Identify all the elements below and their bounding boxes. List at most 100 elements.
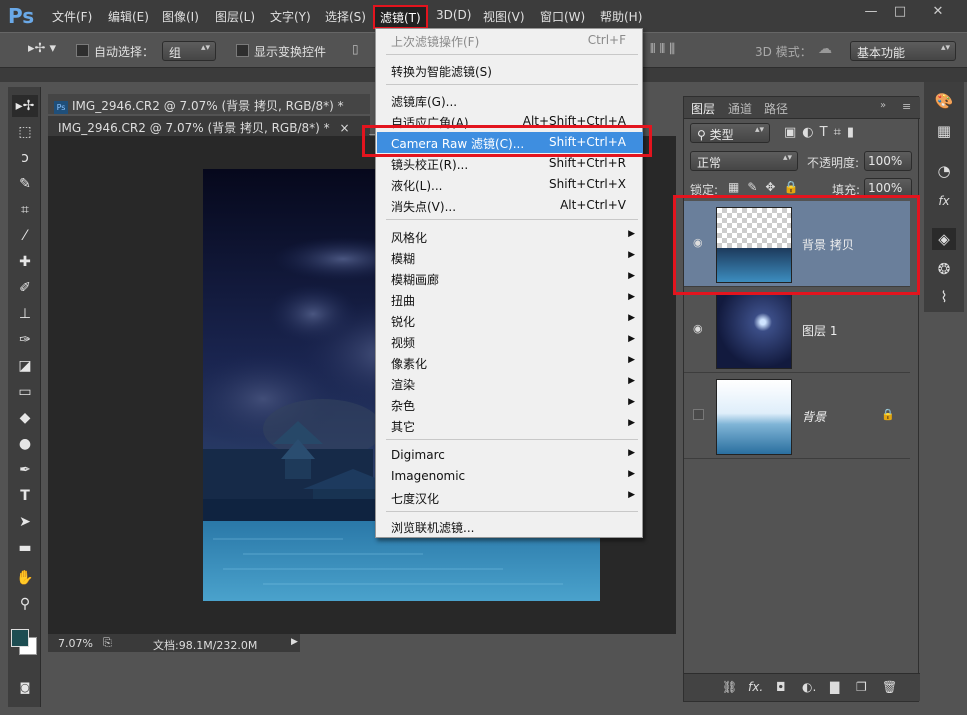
new-layer-icon[interactable]: ❐ [856, 680, 867, 694]
swatches-grid-icon[interactable]: ▦ [932, 120, 956, 142]
history-brush-tool-icon[interactable]: ✑ [12, 329, 38, 351]
menu-item-qidu-localization[interactable]: 七度汉化 ▶ [377, 487, 643, 508]
auto-select-dropdown[interactable]: 组 ▴▾ [162, 41, 216, 61]
menu-window[interactable]: 窗口(W) [540, 8, 585, 25]
document-tab-title: IMG_2946.CR2 @ 7.07% (背景 拷贝, RGB/8*) * [72, 99, 344, 113]
adjustment-layer-icon[interactable]: ◐. [802, 680, 816, 694]
menu-item-last-filter[interactable]: 上次滤镜操作(F) Ctrl+F [377, 30, 643, 51]
eye-icon[interactable]: ◉ [693, 323, 705, 335]
menu-item-browse-online-filters[interactable]: 浏览联机滤镜... [377, 516, 643, 537]
workspace-dropdown[interactable]: 基本功能 ▴▾ [850, 41, 956, 61]
menu-view[interactable]: 视图(V) [483, 8, 525, 25]
menu-item-label: 浏览联机滤镜... [391, 521, 475, 535]
layer-filter-dropdown[interactable]: ⚲ 类型 ▴▾ [690, 123, 770, 143]
document-tab[interactable]: Ps IMG_2946.CR2 @ 7.07% (背景 拷贝, RGB/8*) * [48, 94, 370, 114]
status-arrow-icon[interactable]: ▶ [291, 637, 298, 647]
align-icon[interactable]: ▯ [352, 42, 359, 56]
add-mask-icon[interactable]: ◘ [776, 680, 786, 694]
menu-item-blur[interactable]: 模糊 ▶ [377, 247, 643, 268]
menu-item-stylize[interactable]: 风格化 ▶ [377, 226, 643, 247]
menu-help[interactable]: 帮助(H) [600, 8, 642, 25]
menu-edit[interactable]: 编辑(E) [108, 8, 149, 25]
menu-item-blur-gallery[interactable]: 模糊画廊 ▶ [377, 268, 643, 289]
share-icon[interactable]: ⎘ [103, 636, 112, 650]
menu-item-filter-gallery[interactable]: 滤镜库(G)... [377, 90, 643, 111]
menu-item-render[interactable]: 渲染 ▶ [377, 373, 643, 394]
quick-mask-icon[interactable]: ◙ [12, 677, 38, 699]
pen-tool-icon[interactable]: ✒ [12, 459, 38, 481]
menu-item-imagenomic[interactable]: Imagenomic ▶ [377, 466, 643, 487]
distribute-icon[interactable]: ⫴ ⫴ ⫼ [650, 42, 675, 57]
menu-item-pixelate[interactable]: 像素化 ▶ [377, 352, 643, 373]
menu-file[interactable]: 文件(F) [52, 8, 92, 25]
marquee-tool-icon[interactable]: ⬚ [12, 121, 38, 143]
zoom-level[interactable]: 7.07% [58, 637, 93, 650]
tab-paths[interactable]: 路径 [764, 100, 788, 117]
menu-item-liquify[interactable]: 液化(L)... Shift+Ctrl+X [377, 174, 643, 195]
layer-row-layer-1[interactable]: ◉ 图层 1 [684, 287, 910, 373]
layer-row-background[interactable]: 背景 🔒 [684, 373, 910, 459]
crop-tool-icon[interactable]: ⌗ [12, 199, 38, 221]
brush-tool-icon[interactable]: ✐ [12, 277, 38, 299]
menu-item-other[interactable]: 其它 ▶ [377, 415, 643, 436]
eyedropper-tool-icon[interactable]: ⁄ [12, 225, 38, 247]
show-transform-checkbox[interactable] [236, 44, 249, 57]
menu-item-sharpen[interactable]: 锐化 ▶ [377, 310, 643, 331]
clone-stamp-tool-icon[interactable]: ⊥ [12, 303, 38, 325]
opacity-field[interactable]: 100% [864, 151, 912, 171]
visibility-checkbox[interactable] [693, 409, 704, 420]
layer-filter-icons[interactable]: ▣◐T⌗▮ [784, 125, 860, 140]
new-group-icon[interactable]: ▇ [830, 680, 839, 694]
zoom-tool-icon[interactable]: ⚲ [12, 593, 38, 615]
styles-fx-icon[interactable]: fx [932, 190, 956, 212]
document-tab2-title: IMG_2946.CR2 @ 7.07% (背景 拷贝, RGB/8*) * [58, 121, 330, 135]
move-tool-icon[interactable]: ▸✢ [12, 95, 38, 117]
hand-tool-icon[interactable]: ✋ [12, 567, 38, 589]
close-window-button[interactable]: ✕ [925, 3, 951, 21]
lock-icons[interactable]: ▦✎✥🔒 [728, 180, 806, 194]
menu-item-digimarc[interactable]: Digimarc ▶ [377, 445, 643, 466]
path-selection-tool-icon[interactable]: ➤ [12, 511, 38, 533]
eraser-tool-icon[interactable]: ◪ [12, 355, 38, 377]
adjustments-icon[interactable]: ◔ [932, 160, 956, 182]
close-tab-icon[interactable]: × [339, 121, 349, 135]
delete-layer-icon[interactable]: 🗑 [882, 680, 897, 694]
paths-icon[interactable]: ⌇ [932, 286, 956, 308]
gradient-tool-icon[interactable]: ▭ [12, 381, 38, 403]
fx-icon[interactable]: fx. [748, 680, 763, 694]
blend-mode-dropdown[interactable]: 正常 ▴▾ [690, 151, 798, 171]
color-palette-icon[interactable]: 🎨 [932, 90, 956, 112]
menu-item-noise[interactable]: 杂色 ▶ [377, 394, 643, 415]
auto-select-checkbox[interactable] [76, 44, 89, 57]
minimize-button[interactable]: — [858, 3, 884, 21]
menu-layer[interactable]: 图层(L) [215, 8, 255, 25]
layers-icon[interactable]: ◈ [932, 228, 956, 250]
panel-collapse-icon[interactable]: » [880, 100, 886, 111]
menu-select[interactable]: 选择(S) [325, 8, 366, 25]
document-tab-active[interactable]: IMG_2946.CR2 @ 7.07% (背景 拷贝, RGB/8*) * ×… [48, 116, 395, 136]
menu-item-convert-smart-filter[interactable]: 转换为智能滤镜(S) [377, 60, 643, 81]
menu-item-video[interactable]: 视频 ▶ [377, 331, 643, 352]
tab-layers[interactable]: 图层 [691, 100, 715, 117]
menu-item-vanishing-point[interactable]: 消失点(V)... Alt+Ctrl+V [377, 195, 643, 216]
menu-type[interactable]: 文字(Y) [270, 8, 311, 25]
maximize-button[interactable]: □ [887, 3, 913, 21]
type-tool-icon[interactable]: T [12, 485, 38, 507]
menu-3d[interactable]: 3D(D) [436, 8, 471, 22]
quick-select-tool-icon[interactable]: ✎ [12, 173, 38, 195]
3d-rotate-icon[interactable]: ☁ [818, 41, 832, 57]
rectangle-tool-icon[interactable]: ▬ [12, 537, 38, 559]
menu-filter[interactable]: 滤镜(T) [380, 9, 421, 26]
blur-tool-icon[interactable]: ◆ [12, 407, 38, 429]
panel-menu-icon[interactable]: ≡ [902, 100, 911, 113]
foreground-color-swatch[interactable] [11, 629, 29, 647]
move-tool-preset-icon[interactable]: ▸✢ ▾ [28, 41, 56, 56]
dodge-tool-icon[interactable]: ● [12, 433, 38, 455]
tab-channels[interactable]: 通道 [728, 100, 752, 117]
menu-item-distort[interactable]: 扭曲 ▶ [377, 289, 643, 310]
link-layers-icon[interactable]: ⛓ [722, 680, 737, 694]
channels-icon[interactable]: ❂ [932, 258, 956, 280]
healing-brush-tool-icon[interactable]: ✚ [12, 251, 38, 273]
lasso-tool-icon[interactable]: ↄ [12, 147, 38, 169]
menu-image[interactable]: 图像(I) [162, 8, 199, 25]
